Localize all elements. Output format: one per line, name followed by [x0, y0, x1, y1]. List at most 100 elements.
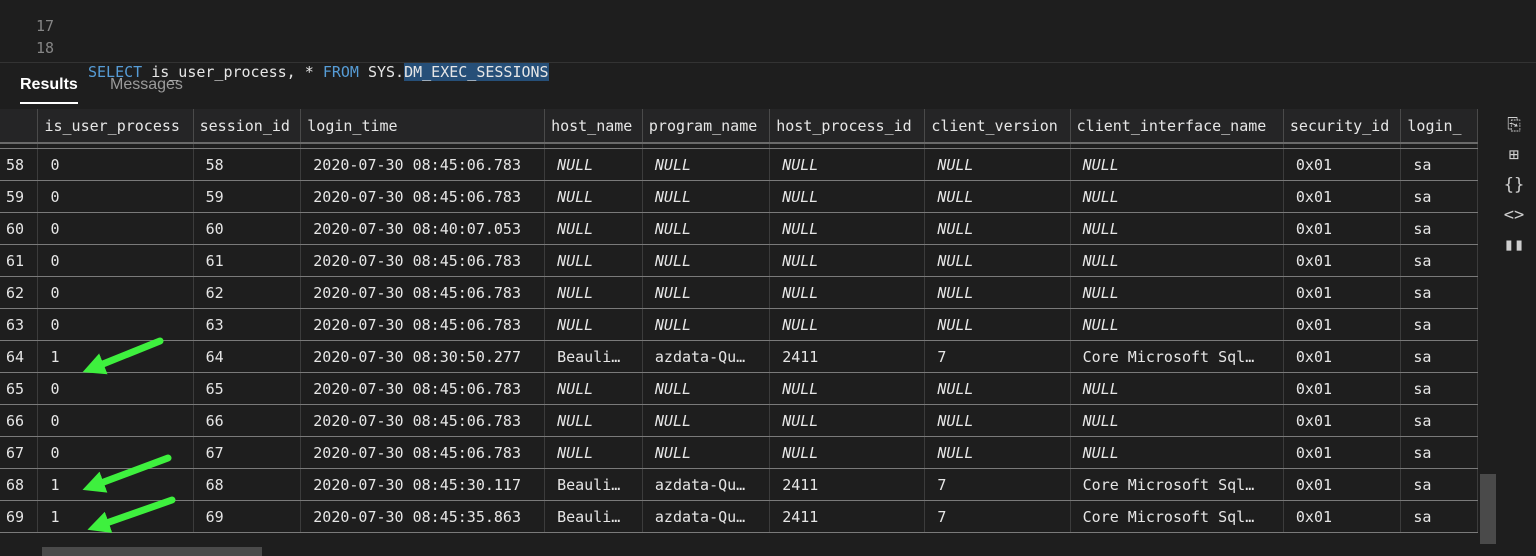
row-number[interactable]: 59 — [0, 180, 39, 213]
cell-is-user-process[interactable]: 0 — [37, 244, 194, 277]
cell-is-user-process[interactable]: 1 — [37, 500, 194, 533]
cell-login-time[interactable]: 2020-07-30 08:45:06.783 — [300, 180, 546, 213]
row-number[interactable]: 67 — [0, 436, 39, 469]
cell-security-id[interactable]: 0x01 — [1283, 372, 1402, 405]
cell-client-interface-name[interactable]: Core Microsoft Sql… — [1070, 340, 1284, 373]
cell-security-id[interactable]: 0x01 — [1283, 404, 1402, 437]
query-editor[interactable]: 17 18 SELECT is_user_process, * FROM SYS… — [0, 0, 1536, 81]
cell-login-time[interactable]: 2020-07-30 08:45:06.783 — [300, 244, 546, 277]
vertical-scrollbar[interactable] — [1480, 474, 1496, 544]
column-header[interactable]: session_id — [193, 109, 302, 144]
cell-security-id[interactable]: 0x01 — [1283, 436, 1402, 469]
column-header[interactable]: client_version — [924, 109, 1071, 144]
cell-login[interactable]: sa — [1400, 276, 1478, 309]
cell-login[interactable]: sa — [1400, 468, 1478, 501]
cell-login-time[interactable]: 2020-07-30 08:45:06.783 — [300, 276, 546, 309]
horizontal-scrollbar[interactable] — [42, 547, 262, 556]
row-number[interactable]: 65 — [0, 372, 39, 405]
cell-is-user-process[interactable]: 0 — [37, 180, 194, 213]
cell-program-name[interactable]: NULL — [642, 212, 771, 245]
cell-client-version[interactable]: 7 — [924, 468, 1071, 501]
cell-security-id[interactable]: 0x01 — [1283, 500, 1402, 533]
cell-login[interactable]: sa — [1400, 212, 1478, 245]
cell-session-id[interactable]: 61 — [193, 244, 302, 277]
cell-program-name[interactable]: NULL — [642, 276, 771, 309]
cell-host-name[interactable]: NULL — [544, 180, 643, 213]
cell-login[interactable]: sa — [1400, 404, 1478, 437]
cell-host-process-id[interactable]: NULL — [769, 308, 926, 341]
cell-program-name[interactable]: NULL — [642, 244, 771, 277]
table-row[interactable]: 63 0 63 2020-07-30 08:45:06.783 NULL NULL NULL… — [0, 308, 1478, 341]
column-header[interactable]: login_time — [300, 109, 546, 144]
cell-login[interactable]: sa — [1400, 372, 1478, 405]
cell-program-name[interactable]: azdata-Qu… — [642, 340, 771, 373]
column-header[interactable]: host_process_id — [769, 109, 926, 144]
cell-security-id[interactable]: 0x01 — [1283, 308, 1402, 341]
cell-host-name[interactable]: NULL — [544, 276, 643, 309]
table-row[interactable]: 62 0 62 2020-07-30 08:45:06.783 NULL NULL NULL… — [0, 276, 1478, 309]
cell-client-version[interactable]: NULL — [924, 308, 1071, 341]
row-number[interactable]: 63 — [0, 308, 39, 341]
save-csv-icon[interactable]: ⎘ — [1500, 110, 1528, 140]
cell-host-process-id[interactable]: NULL — [769, 372, 926, 405]
cell-is-user-process[interactable]: 0 — [37, 372, 194, 405]
column-header[interactable]: security_id — [1283, 109, 1402, 144]
cell-client-version[interactable]: NULL — [924, 372, 1071, 405]
save-excel-icon[interactable]: ⊞ — [1500, 140, 1528, 170]
results-grid[interactable]: is_user_process session_id login_time ho… — [0, 109, 1478, 547]
cell-session-id[interactable]: 65 — [193, 372, 302, 405]
cell-program-name[interactable]: NULL — [642, 180, 771, 213]
cell-login-time[interactable]: 2020-07-30 08:45:35.863 — [300, 500, 546, 533]
table-row[interactable]: 60 0 60 2020-07-30 08:40:07.053 NULL NULL NULL… — [0, 212, 1478, 245]
cell-security-id[interactable]: 0x01 — [1283, 244, 1402, 277]
table-row[interactable]: 58 0 58 2020-07-30 08:45:06.783 NULL NULL NULL… — [0, 148, 1478, 181]
cell-is-user-process[interactable]: 0 — [37, 404, 194, 437]
cell-program-name[interactable]: NULL — [642, 372, 771, 405]
cell-host-process-id[interactable]: NULL — [769, 180, 926, 213]
cell-security-id[interactable]: 0x01 — [1283, 340, 1402, 373]
cell-is-user-process[interactable]: 0 — [37, 436, 194, 469]
cell-login-time[interactable]: 2020-07-30 08:45:06.783 — [300, 143, 546, 149]
cell-host-process-id[interactable]: 2411 — [769, 340, 926, 373]
table-row[interactable]: 66 0 66 2020-07-30 08:45:06.783 NULL NULL NULL… — [0, 404, 1478, 437]
cell-login-time[interactable]: 2020-07-30 08:45:06.783 — [300, 148, 546, 181]
cell-client-interface-name[interactable]: NULL — [1070, 404, 1284, 437]
cell-session-id[interactable]: 62 — [193, 276, 302, 309]
row-number[interactable]: 60 — [0, 212, 39, 245]
table-row[interactable]: 67 0 67 2020-07-30 08:45:06.783 NULL NULL NULL… — [0, 436, 1478, 469]
cell-is-user-process[interactable]: 1 — [37, 468, 194, 501]
cell-login[interactable]: sa — [1400, 436, 1478, 469]
cell-client-version[interactable]: NULL — [924, 180, 1071, 213]
save-json-icon[interactable]: {} — [1500, 170, 1528, 200]
tab-results[interactable]: Results — [20, 76, 78, 104]
cell-client-interface-name[interactable]: NULL — [1070, 180, 1284, 213]
cell-security-id[interactable]: 0x01 — [1283, 148, 1402, 181]
cell-client-interface-name[interactable]: Core Microsoft Sql… — [1070, 468, 1284, 501]
row-number[interactable]: 69 — [0, 500, 39, 533]
cell-session-id[interactable]: 68 — [193, 468, 302, 501]
cell-client-version[interactable]: NULL — [924, 436, 1071, 469]
cell-host-process-id[interactable]: NULL — [769, 404, 926, 437]
save-xml-icon[interactable]: <> — [1500, 200, 1528, 230]
cell-program-name[interactable]: azdata-Qu… — [642, 500, 771, 533]
cell-session-id[interactable]: 58 — [193, 148, 302, 181]
cell-session-id[interactable]: 63 — [193, 308, 302, 341]
cell-is-user-process[interactable]: 1 — [37, 340, 194, 373]
code-line-18[interactable]: 18 SELECT is_user_process, * FROM SYS.DM… — [0, 12, 549, 81]
table-row[interactable]: 68 1 68 2020-07-30 08:45:30.117 Beauli… azdat… — [0, 468, 1478, 501]
cell-client-version[interactable]: NULL — [924, 212, 1071, 245]
chart-icon[interactable]: ▮▮ — [1500, 230, 1528, 260]
cell-client-interface-name[interactable]: NULL — [1070, 436, 1284, 469]
table-row[interactable]: 59 0 59 2020-07-30 08:45:06.783 NULL NULL NULL… — [0, 180, 1478, 213]
cell-client-version[interactable]: NULL — [924, 244, 1071, 277]
cell-is-user-process[interactable]: 0 — [37, 276, 194, 309]
cell-login-time[interactable]: 2020-07-30 08:40:07.053 — [300, 212, 546, 245]
cell-program-name[interactable]: NULL — [642, 404, 771, 437]
cell-login-time[interactable]: 2020-07-30 08:45:06.783 — [300, 372, 546, 405]
column-header[interactable]: is_user_process — [37, 109, 194, 144]
cell-client-interface-name[interactable]: NULL — [1070, 212, 1284, 245]
row-number[interactable]: 62 — [0, 276, 39, 309]
cell-host-name[interactable]: NULL — [544, 148, 643, 181]
cell-host-name[interactable]: Beauli… — [544, 340, 643, 373]
cell-login-time[interactable]: 2020-07-30 08:45:06.783 — [300, 404, 546, 437]
